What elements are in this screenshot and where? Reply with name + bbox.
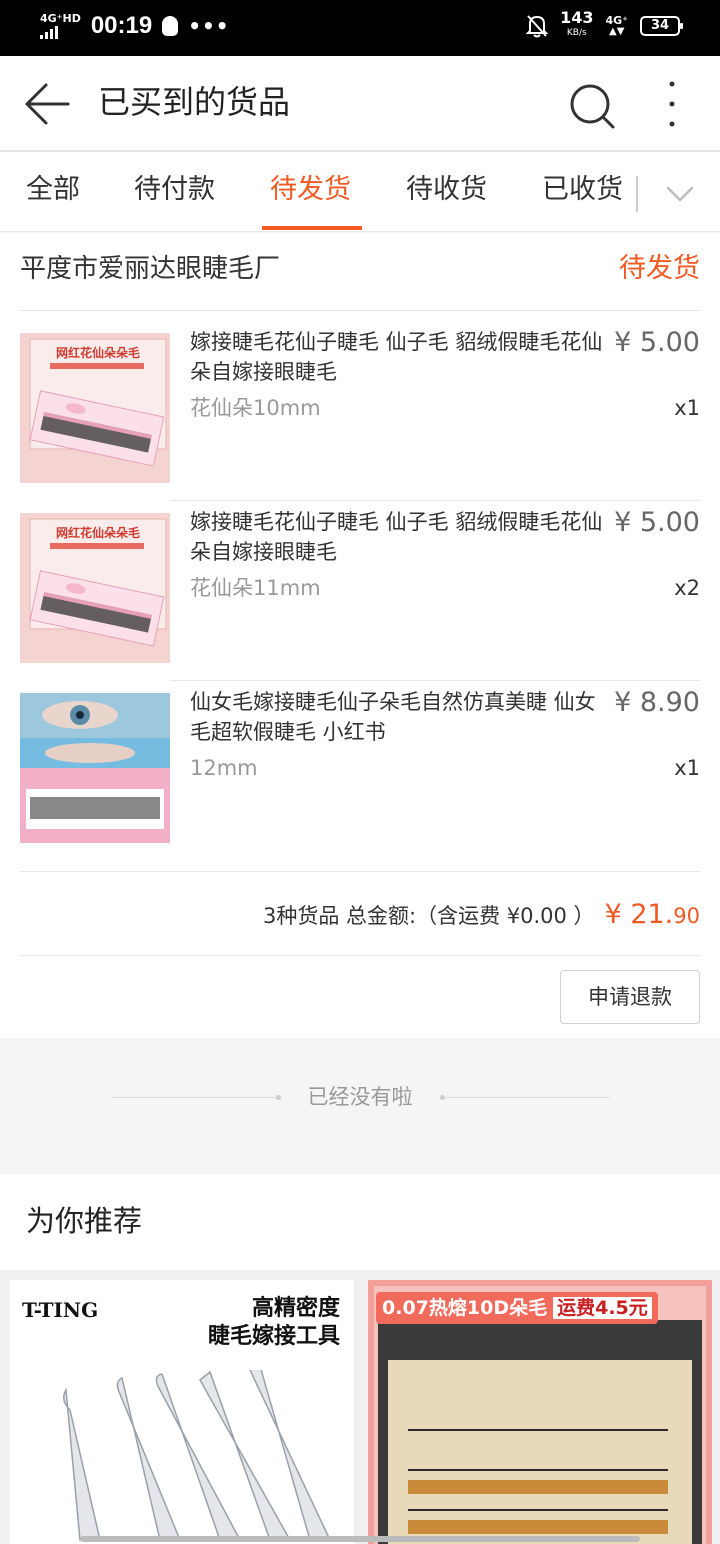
battery-icon: 34 [640, 15, 683, 36]
chevron-down-icon[interactable] [664, 180, 696, 208]
signal-bars-icon [40, 25, 81, 39]
recommend-card[interactable]: 0.07热熔10D朵毛 运费4.5元 [368, 1280, 712, 1544]
product-image[interactable]: 网红花仙朵朵毛 [20, 333, 170, 483]
promo-banner: 0.07热熔10D朵毛 运费4.5元 [376, 1292, 658, 1324]
product-name[interactable]: 嫁接睫毛花仙子睫毛 仙子毛 貂绒假睫毛花仙朵自嫁接眼睫毛 [190, 507, 610, 567]
tab-divider [636, 176, 638, 212]
order-item[interactable]: 网红花仙朵朵毛 嫁接睫毛花仙子睫毛 仙子毛 貂绒假睫毛花仙朵自嫁接眼睫毛 ¥ 5… [0, 491, 720, 663]
product-price: ¥ 5.00 [614, 327, 700, 358]
network-type: 4G⁺HD [40, 12, 81, 25]
product-sku: 花仙朵10mm [190, 396, 321, 420]
order-item[interactable]: 网红花仙朵朵毛 嫁接睫毛花仙子睫毛 仙子毛 貂绒假睫毛花仙朵自嫁接眼睫毛 ¥ 5… [0, 311, 720, 483]
product-image[interactable]: 网红花仙朵朵毛 [20, 513, 170, 663]
product-sku: 12mm [190, 756, 258, 780]
shop-name[interactable]: 平度市爱丽达眼睫毛厂 [20, 249, 280, 289]
home-indicator[interactable] [80, 1536, 640, 1542]
qq-notification-icon [162, 16, 179, 36]
tab-pending-payment[interactable]: 待付款 [134, 170, 215, 210]
product-quantity: x1 [674, 756, 700, 780]
divider [20, 871, 700, 872]
order-item[interactable]: 仙女毛嫁接睫毛仙子朵毛自然仿真美睫 仙女毛超软假睫毛 小红书 ¥ 8.90 12… [0, 671, 720, 843]
recommend-section: 为你推荐 [0, 1174, 720, 1270]
divider [20, 955, 700, 956]
product-quantity: x2 [674, 576, 700, 600]
page-title: 已买到的货品 [98, 83, 291, 121]
status-bar: 4G⁺HD 00:19 ••• 143 KB/s 4G⁺ ▲▼ 34 [0, 0, 720, 56]
active-tab-indicator [262, 226, 362, 230]
end-of-list: 已经没有啦 [0, 1072, 720, 1122]
back-arrow-icon[interactable] [24, 82, 72, 126]
svg-text:网红花仙朵朵毛: 网红花仙朵朵毛 [56, 345, 140, 360]
order-status: 待发货 [619, 253, 700, 284]
tab-received[interactable]: 已收货 [542, 170, 623, 210]
network-speed: 143 KB/s [560, 8, 594, 39]
product-name[interactable]: 嫁接睫毛花仙子睫毛 仙子毛 貂绒假睫毛花仙朵自嫁接眼睫毛 [190, 327, 610, 387]
product-name[interactable]: 仙女毛嫁接睫毛仙子朵毛自然仿真美睫 仙女毛超软假睫毛 小红书 [190, 687, 610, 747]
tab-all[interactable]: 全部 [26, 170, 80, 210]
product-sku: 花仙朵11mm [190, 576, 321, 600]
recommend-grid: T-TING 高精密度 睫毛嫁接工具 0.07热熔10D朵毛 运费4.5元 [0, 1270, 720, 1544]
apply-refund-button[interactable]: 申请退款 [560, 970, 700, 1024]
order-tabs: 全部 待付款 待发货 待收货 已收货 [0, 152, 720, 232]
search-icon[interactable] [568, 82, 616, 130]
tab-pending-receipt[interactable]: 待收货 [406, 170, 487, 210]
svg-text:网红花仙朵朵毛: 网红花仙朵朵毛 [56, 525, 140, 540]
card-headline: 高精密度 睫毛嫁接工具 [207, 1295, 340, 1349]
order-card: 平度市爱丽达眼睫毛厂 待发货 网红花仙朵朵毛 嫁接睫毛花仙子睫毛 仙子毛 貂绒假… [0, 233, 720, 1038]
product-image[interactable] [20, 693, 170, 843]
clock: 00:19 [90, 12, 153, 39]
brand-logo: T-TING [22, 1298, 99, 1322]
shipping-badge: 运费4.5元 [553, 1297, 652, 1319]
product-price: ¥ 8.90 [614, 687, 700, 718]
recommend-card[interactable]: T-TING 高精密度 睫毛嫁接工具 [10, 1280, 354, 1544]
order-summary: 3种货品 总金额:（含运费 ¥0.00 ） ¥ 21.90 [263, 897, 700, 934]
summary-text: 3种货品 总金额:（含运费 ¥0.00 ） [262, 904, 595, 928]
mute-bell-icon [526, 14, 549, 37]
page-header: 已买到的货品 [0, 56, 720, 152]
order-total: ¥ 21.90 [604, 899, 700, 930]
recommend-title: 为你推荐 [26, 1204, 143, 1238]
tab-pending-shipment[interactable]: 待发货 [270, 170, 351, 210]
signal-indicator: 4G⁺HD [40, 13, 81, 39]
mobile-data-indicator: 4G⁺ ▲▼ [605, 13, 629, 37]
end-of-list-text: 已经没有啦 [307, 1085, 413, 1109]
more-vertical-icon[interactable] [660, 78, 684, 130]
product-price: ¥ 5.00 [614, 507, 700, 538]
more-notifications-icon: ••• [188, 14, 230, 38]
product-quantity: x1 [674, 396, 700, 420]
data-arrows-icon: ▲▼ [609, 25, 625, 37]
tweezers-image [63, 1370, 332, 1541]
